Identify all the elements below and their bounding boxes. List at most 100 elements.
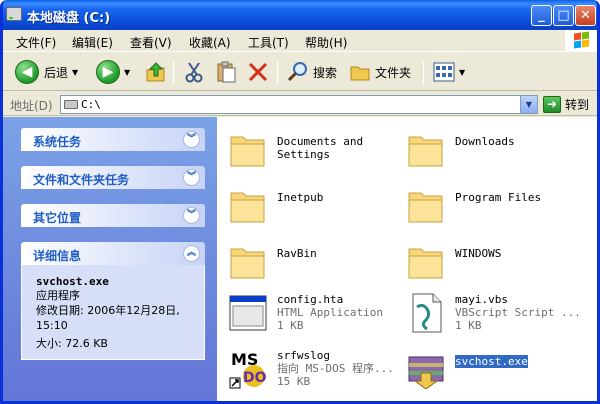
- file-item[interactable]: Inetpub: [221, 179, 401, 233]
- menu-edit[interactable]: 编辑(E): [72, 34, 113, 51]
- file-name: mayi.vbs: [455, 293, 508, 306]
- scissors-icon: [185, 62, 203, 83]
- vbscript-icon: [412, 293, 442, 333]
- file-name: config.hta: [277, 293, 344, 306]
- minimize-button[interactable]: _: [531, 5, 552, 26]
- folder-icon: [408, 136, 443, 167]
- back-arrow-icon: ◀: [15, 60, 39, 84]
- file-type: HTML Application: [277, 306, 383, 319]
- forward-arrow-icon: ▶: [96, 60, 120, 84]
- go-arrow-icon: ➜: [543, 96, 561, 113]
- panel-title: 其它位置: [33, 211, 82, 225]
- delete-x-icon: [248, 62, 268, 82]
- menu-file[interactable]: 文件(F): [16, 34, 56, 51]
- file-name: Program Files: [455, 191, 542, 204]
- file-item[interactable]: Documents and Settings: [221, 123, 401, 177]
- file-type: 指向 MS-DOS 程序...: [277, 362, 394, 375]
- back-button[interactable]: ◀ 后退 ▼: [15, 59, 78, 85]
- drive-icon: [6, 7, 22, 21]
- search-button[interactable]: 搜索: [287, 59, 337, 85]
- windows-logo-icon: [565, 30, 597, 51]
- panel-other-places[interactable]: 其它位置 ︾: [21, 204, 205, 227]
- file-name: srfwslog: [277, 349, 330, 362]
- drive-icon: [64, 100, 78, 109]
- panel-title: 系统任务: [33, 135, 82, 149]
- file-item[interactable]: MS DOS srfwslog 指向 MS-DOS 程序... 15 KB: [221, 343, 401, 397]
- search-icon: [287, 62, 307, 82]
- panel-file-folder-tasks[interactable]: 文件和文件夹任务 ︾: [21, 166, 205, 189]
- file-size: 1 KB: [277, 319, 304, 332]
- details-size: 大小: 72.6 KB: [36, 337, 108, 350]
- folder-icon: [408, 192, 443, 223]
- file-name: svchost.exe: [455, 355, 528, 368]
- menu-bar: 文件(F) 编辑(E) 查看(V) 收藏(A) 工具(T) 帮助(H): [3, 30, 597, 52]
- panel-title: 文件和文件夹任务: [33, 173, 130, 187]
- file-item[interactable]: Downloads: [399, 123, 579, 177]
- copy-button[interactable]: [215, 59, 237, 85]
- file-name: RavBin: [277, 247, 317, 260]
- address-bar: 地址(D) C:\ ▼ ➜ 转到: [3, 92, 597, 116]
- file-item[interactable]: WINDOWS: [399, 235, 579, 289]
- chevron-up-icon[interactable]: ︽: [183, 245, 200, 262]
- explorer-window: 本地磁盘 (C:) _ □ ✕ 文件(F) 编辑(E) 查看(V) 收藏(A) …: [0, 0, 600, 404]
- go-button[interactable]: ➜ 转到: [543, 96, 589, 113]
- address-field[interactable]: C:\ ▼: [60, 95, 538, 114]
- details-file-name: svchost.exe: [36, 275, 109, 288]
- chevron-down-icon[interactable]: ︾: [183, 207, 200, 224]
- file-name: Inetpub: [277, 191, 324, 204]
- up-folder-button[interactable]: [145, 59, 167, 85]
- menu-tools[interactable]: 工具(T): [248, 34, 289, 51]
- folders-button[interactable]: 文件夹: [349, 59, 411, 85]
- panel-details[interactable]: 详细信息 ︽: [21, 242, 205, 265]
- chevron-down-icon[interactable]: ︾: [183, 131, 200, 148]
- hta-app-icon: [229, 295, 267, 331]
- archive-exe-icon: [408, 356, 444, 389]
- views-button[interactable]: ▼: [433, 59, 465, 85]
- file-size: 1 KB: [455, 319, 482, 332]
- toolbar-separator: [173, 61, 174, 85]
- panel-system-tasks[interactable]: 系统任务 ︾: [21, 128, 205, 151]
- back-dropdown-icon[interactable]: ▼: [72, 68, 78, 77]
- title-bar[interactable]: 本地磁盘 (C:) _ □ ✕: [3, 0, 597, 30]
- up-folder-icon: [146, 62, 165, 82]
- file-item[interactable]: svchost.exe: [399, 343, 579, 397]
- delete-button[interactable]: [247, 59, 269, 85]
- file-item[interactable]: mayi.vbs VBScript Script ... 1 KB: [399, 287, 581, 341]
- forward-button[interactable]: ▶ ▼: [96, 59, 130, 85]
- file-name: WINDOWS: [455, 247, 502, 260]
- svg-text:DOS: DOS: [243, 370, 267, 386]
- file-item[interactable]: RavBin: [221, 235, 401, 289]
- file-item[interactable]: config.hta HTML Application 1 KB: [221, 287, 401, 341]
- folder-icon: [230, 136, 265, 167]
- back-label: 后退: [44, 65, 69, 80]
- go-label: 转到: [565, 98, 590, 112]
- details-body: svchost.exe 应用程序 修改日期: 2006年12月28日, 15:1…: [21, 265, 205, 360]
- details-modified-time: 15:10: [36, 319, 68, 332]
- views-grid-icon: [433, 62, 455, 82]
- address-dropdown-icon[interactable]: ▼: [520, 96, 537, 113]
- folder-icon: [230, 248, 265, 279]
- views-dropdown-icon[interactable]: ▼: [459, 68, 465, 77]
- close-button[interactable]: ✕: [575, 5, 596, 26]
- menu-favorites[interactable]: 收藏(A): [189, 34, 231, 51]
- file-list: Documents and Settings Downloads Inetpub…: [217, 117, 597, 401]
- maximize-button[interactable]: □: [553, 5, 574, 26]
- file-item[interactable]: Program Files: [399, 179, 579, 233]
- address-value[interactable]: C:\: [81, 98, 101, 111]
- details-modified: 修改日期: 2006年12月28日,: [36, 304, 180, 317]
- file-size: 15 KB: [277, 375, 311, 388]
- toolbar: ◀ 后退 ▼ ▶ ▼ 搜索 文件夹 ▼: [3, 53, 597, 91]
- search-label: 搜索: [313, 65, 338, 80]
- file-name: Documents and Settings: [277, 135, 364, 161]
- menu-help[interactable]: 帮助(H): [305, 34, 347, 51]
- folder-icon: [350, 66, 370, 81]
- folders-label: 文件夹: [375, 65, 412, 80]
- cut-button[interactable]: [183, 59, 205, 85]
- forward-dropdown-icon[interactable]: ▼: [124, 68, 130, 77]
- window-title: 本地磁盘 (C:): [27, 11, 111, 26]
- clipboard-icon: [217, 61, 236, 83]
- folder-icon: [408, 248, 443, 279]
- chevron-down-icon[interactable]: ︾: [183, 169, 200, 186]
- menu-view[interactable]: 查看(V): [130, 34, 172, 51]
- details-file-type: 应用程序: [36, 289, 80, 302]
